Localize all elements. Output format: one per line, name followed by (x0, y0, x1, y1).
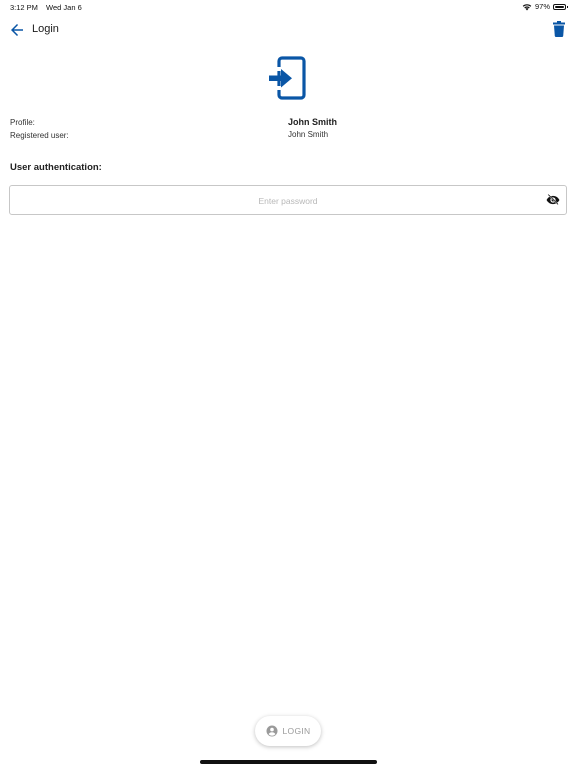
arrow-left-icon[interactable] (8, 21, 26, 39)
page-title: Login (32, 23, 59, 35)
profile-label: Profile: (10, 118, 35, 127)
status-time: 3:12 PM (10, 3, 38, 12)
login-label: LOGIN (282, 726, 311, 736)
status-left: 3:12 PM Wed Jan 6 (10, 3, 88, 12)
wifi-icon (522, 3, 532, 10)
home-indicator (200, 760, 377, 764)
password-field (9, 185, 567, 216)
password-input[interactable] (40, 186, 536, 216)
login-button[interactable]: LOGIN (255, 716, 321, 746)
registered-user-label: Registered user: (10, 131, 69, 140)
section-title: User authentication: (10, 162, 102, 173)
eye-off-icon[interactable] (546, 193, 560, 207)
status-bar: 3:12 PM Wed Jan 6 97% (0, 0, 576, 14)
profile-value: John Smith (288, 117, 337, 127)
status-right: 97% (522, 2, 568, 11)
account-circle-icon (266, 725, 278, 737)
app-bar: Login (0, 16, 576, 44)
login-screen: 3:12 PM Wed Jan 6 97% Login Profile: Joh… (0, 0, 576, 768)
login-icon (269, 56, 306, 100)
battery-icon (553, 3, 568, 10)
status-date: Wed Jan 6 (46, 3, 82, 12)
battery-percent: 97% (534, 2, 550, 11)
registered-user-value: John Smith (288, 130, 329, 139)
profile-row: Profile: John Smith (10, 117, 566, 129)
registered-user-row: Registered user: John Smith (10, 130, 566, 142)
trash-icon[interactable] (552, 21, 566, 37)
